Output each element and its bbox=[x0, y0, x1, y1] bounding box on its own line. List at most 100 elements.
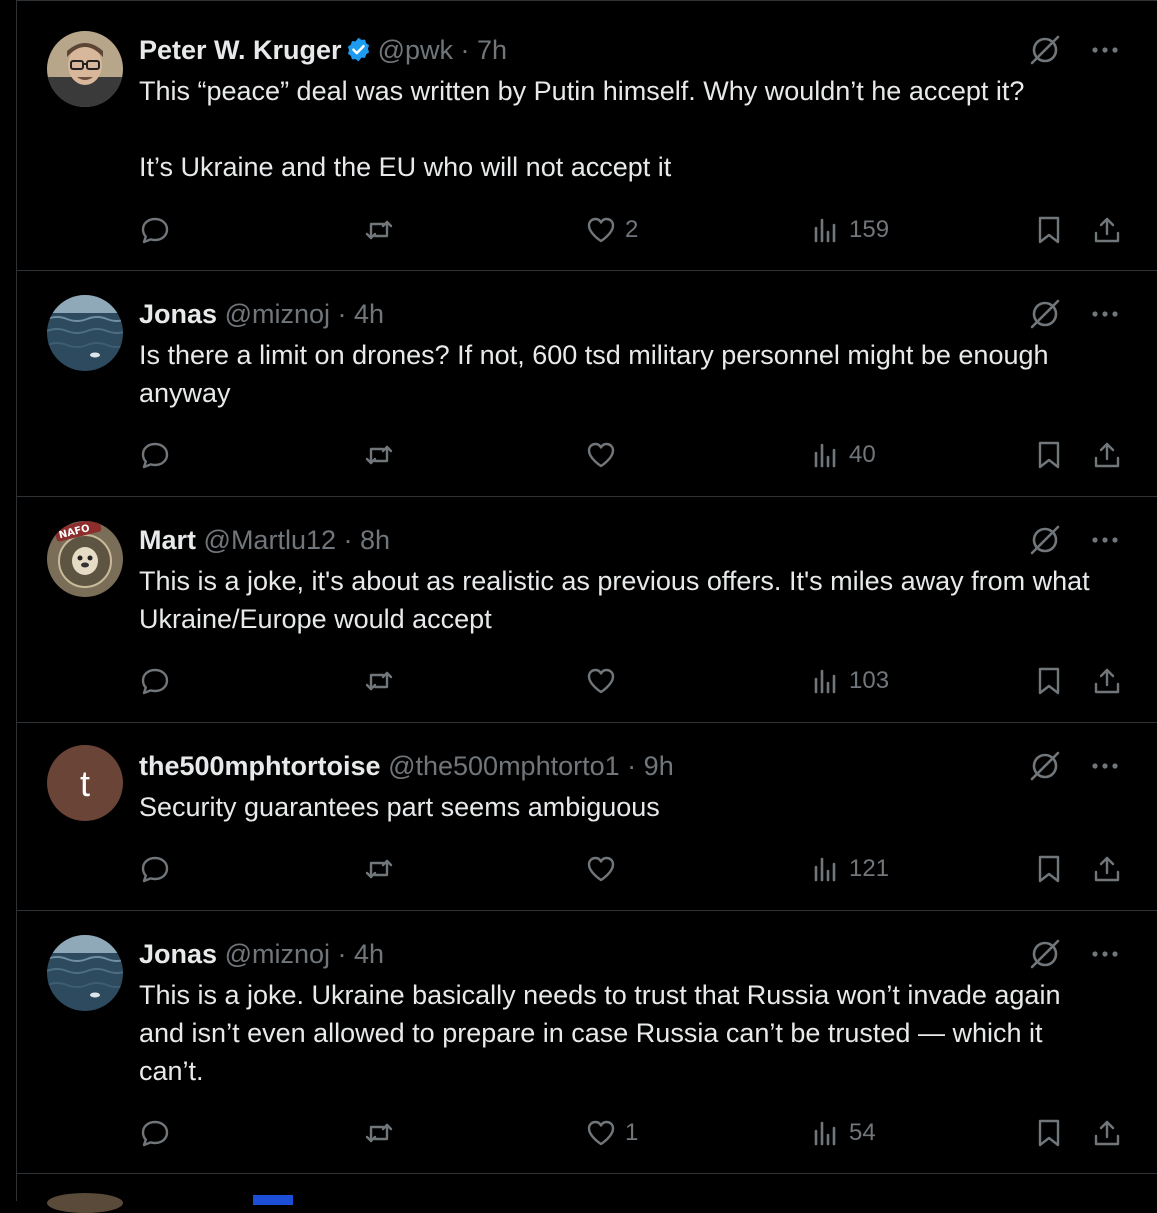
timestamp[interactable]: 8h bbox=[360, 525, 390, 555]
grok-icon[interactable] bbox=[1028, 33, 1062, 67]
views-count: 159 bbox=[849, 216, 890, 243]
retweet-icon bbox=[365, 1123, 393, 1143]
bookmark-button[interactable] bbox=[1033, 438, 1065, 472]
tweet[interactable]: Jonas @miznoj · 4h This is a joke. Ukrai… bbox=[17, 911, 1157, 1174]
timestamp[interactable]: 4h bbox=[354, 939, 384, 969]
views-button[interactable]: 159 bbox=[809, 213, 889, 247]
display-name[interactable]: Jonas bbox=[139, 939, 217, 969]
retweet-button[interactable] bbox=[363, 1116, 395, 1150]
tweet-header: Jonas @miznoj · 4h bbox=[139, 297, 978, 331]
avatar-photo-sea bbox=[47, 935, 123, 1011]
grok-icon[interactable] bbox=[1028, 937, 1062, 971]
like-button[interactable]: 1 bbox=[585, 1116, 638, 1150]
reply-button[interactable] bbox=[139, 213, 171, 247]
handle[interactable]: @miznoj bbox=[225, 299, 330, 329]
bookmark-button[interactable] bbox=[1033, 213, 1065, 247]
share-icon bbox=[1094, 856, 1120, 882]
tweet[interactable]: t the500mphtortoise @the500mphtorto1 · 9… bbox=[17, 723, 1157, 911]
like-count: 1 bbox=[625, 1119, 639, 1146]
handle[interactable]: @Martlu12 bbox=[204, 525, 336, 555]
views-count: 40 bbox=[849, 441, 876, 468]
share-icon bbox=[1094, 217, 1120, 243]
retweet-icon bbox=[365, 859, 393, 879]
bookmark-button[interactable] bbox=[1033, 852, 1065, 886]
tweet-header: Jonas @miznoj · 4h bbox=[139, 937, 978, 971]
retweet-button[interactable] bbox=[363, 438, 395, 472]
share-button[interactable] bbox=[1091, 213, 1123, 247]
tweet-header: Mart @Martlu12 · 8h bbox=[139, 523, 978, 557]
share-icon bbox=[1094, 668, 1120, 694]
reply-button[interactable] bbox=[139, 438, 171, 472]
views-count: 121 bbox=[849, 855, 890, 882]
views-icon bbox=[814, 218, 836, 243]
like-button[interactable] bbox=[585, 852, 625, 886]
bookmark-icon bbox=[1038, 441, 1060, 469]
tweet-actions: 40 bbox=[17, 438, 1157, 472]
views-icon bbox=[814, 1121, 836, 1146]
share-button[interactable] bbox=[1091, 1116, 1123, 1150]
bookmark-icon bbox=[1038, 855, 1060, 883]
handle[interactable]: @pwk bbox=[378, 35, 453, 65]
avatar[interactable]: t bbox=[47, 745, 123, 821]
share-button[interactable] bbox=[1091, 852, 1123, 886]
tweet-text: This “peace” deal was written by Putin h… bbox=[139, 76, 1025, 182]
reply-icon bbox=[141, 217, 169, 244]
separator: · bbox=[460, 35, 470, 65]
avatar-nafo-badge: NAFO bbox=[47, 521, 123, 597]
display-name[interactable]: the500mphtortoise bbox=[139, 751, 381, 781]
reply-icon bbox=[141, 856, 169, 883]
more-icon[interactable] bbox=[1088, 33, 1122, 67]
timestamp[interactable]: 4h bbox=[354, 299, 384, 329]
views-button[interactable]: 54 bbox=[809, 1116, 876, 1150]
more-icon[interactable] bbox=[1088, 749, 1122, 783]
views-button[interactable]: 103 bbox=[809, 664, 889, 698]
retweet-button[interactable] bbox=[363, 213, 395, 247]
more-icon[interactable] bbox=[1088, 937, 1122, 971]
like-button[interactable] bbox=[585, 664, 625, 698]
like-button[interactable] bbox=[585, 438, 625, 472]
verified-badge-icon bbox=[347, 37, 369, 62]
views-icon bbox=[814, 443, 836, 468]
handle[interactable]: @miznoj bbox=[225, 939, 330, 969]
avatar[interactable] bbox=[47, 1193, 123, 1213]
share-button[interactable] bbox=[1091, 664, 1123, 698]
views-button[interactable]: 121 bbox=[809, 852, 889, 886]
tweet[interactable]: NAFO Mart @Martlu12 · 8h This is a joke,… bbox=[17, 497, 1157, 723]
avatar[interactable] bbox=[47, 935, 123, 1011]
display-name[interactable]: Mart bbox=[139, 525, 196, 555]
share-icon bbox=[1094, 1120, 1120, 1146]
more-icon[interactable] bbox=[1088, 297, 1122, 331]
tweet-text: This is a joke. Ukraine basically needs … bbox=[139, 980, 1061, 1086]
views-button[interactable]: 40 bbox=[809, 438, 876, 472]
more-icon[interactable] bbox=[1088, 523, 1122, 557]
tweet-actions: 121 bbox=[17, 852, 1157, 886]
handle[interactable]: @the500mphtorto1 bbox=[388, 751, 620, 781]
bookmark-button[interactable] bbox=[1033, 664, 1065, 698]
share-button[interactable] bbox=[1091, 438, 1123, 472]
tweet[interactable]: Peter W. Kruger @pwk · 7h This “peace” de… bbox=[17, 1, 1157, 271]
display-name[interactable]: Peter W. Kruger bbox=[139, 35, 342, 65]
avatar[interactable] bbox=[47, 31, 123, 107]
retweet-button[interactable] bbox=[363, 852, 395, 886]
views-icon bbox=[814, 669, 836, 694]
bookmark-button[interactable] bbox=[1033, 1116, 1065, 1150]
display-name[interactable]: Jonas bbox=[139, 299, 217, 329]
timestamp[interactable]: 9h bbox=[644, 751, 674, 781]
tweet[interactable]: Jonas @miznoj · 4h Is there a limit on d… bbox=[17, 271, 1157, 497]
retweet-button[interactable] bbox=[363, 664, 395, 698]
reply-icon bbox=[141, 668, 169, 695]
like-button[interactable]: 2 bbox=[585, 213, 638, 247]
reply-icon bbox=[141, 442, 169, 469]
avatar[interactable] bbox=[47, 295, 123, 371]
separator: · bbox=[337, 299, 347, 329]
grok-icon[interactable] bbox=[1028, 297, 1062, 331]
grok-icon[interactable] bbox=[1028, 749, 1062, 783]
like-icon bbox=[587, 856, 615, 882]
timestamp[interactable]: 7h bbox=[477, 35, 507, 65]
reply-button[interactable] bbox=[139, 852, 171, 886]
reply-button[interactable] bbox=[139, 664, 171, 698]
avatar-photo-man bbox=[47, 31, 123, 107]
avatar[interactable]: NAFO bbox=[47, 521, 123, 597]
reply-button[interactable] bbox=[139, 1116, 171, 1150]
grok-icon[interactable] bbox=[1028, 523, 1062, 557]
